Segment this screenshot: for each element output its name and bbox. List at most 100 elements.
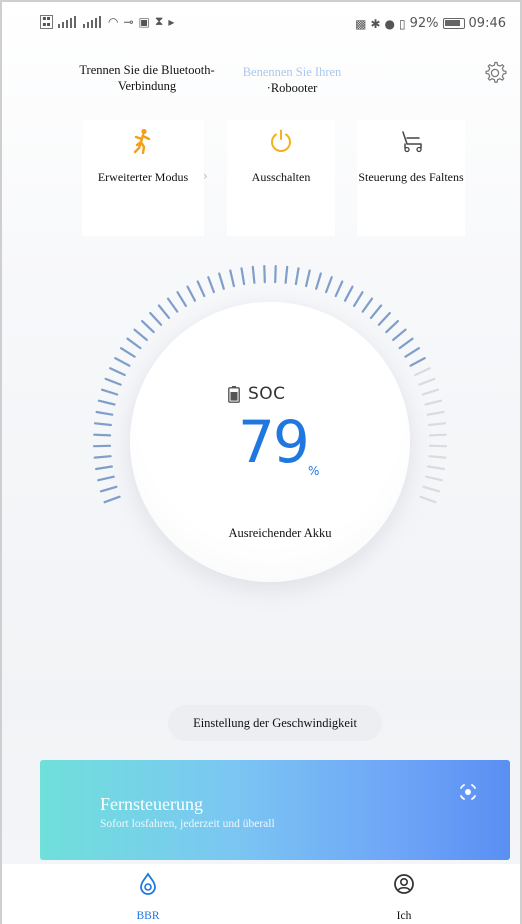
battery-icon <box>228 385 240 403</box>
battery-level-value: 79 <box>238 408 310 476</box>
gauge-tick <box>93 433 112 437</box>
gauge-tick <box>103 495 121 504</box>
gauge-tick <box>426 410 445 416</box>
nav-label: BBR <box>136 910 160 922</box>
gauge-tick <box>104 377 122 386</box>
bottom-navigation: BBR Ich <box>2 864 520 924</box>
gauge-tick <box>369 304 383 319</box>
gauge-tick <box>334 280 344 298</box>
vibrate-icon: ▩ <box>355 16 367 31</box>
gauge-tick <box>109 367 126 377</box>
remote-title: Fernsteuerung <box>100 794 203 814</box>
soc-header: SOC <box>228 384 286 404</box>
soc-label: SOC <box>248 384 286 404</box>
tile-label: Ausschalten <box>251 170 311 184</box>
speed-setting-button[interactable]: Einstellung der Geschwindigkeit <box>168 705 382 741</box>
gauge-tick <box>218 272 225 290</box>
battery-icon <box>442 18 465 29</box>
gauge-tick <box>377 311 391 326</box>
tile-extended-mode[interactable]: Erweiterter Modus <box>82 120 204 236</box>
gauge-tick <box>149 311 163 326</box>
gauge-tick <box>343 285 354 302</box>
gauge-tick <box>141 320 155 334</box>
gauge-tick <box>422 485 441 493</box>
status-bar: ▪▪ ▪▪ ◠ ⊸ ▣ ⧗ ▸ ▩ ✱ ● ▯ 92% 09:46 <box>2 2 520 46</box>
gauge-tick <box>428 455 447 459</box>
gauge-tick <box>385 320 399 334</box>
gauge-tick <box>240 267 246 286</box>
gauge-tick <box>99 485 118 493</box>
gauge-tick <box>263 265 266 284</box>
tile-fold-control[interactable]: Steuerung des Faltens <box>357 120 465 236</box>
tile-power-off[interactable]: Ausschalten <box>227 120 335 236</box>
gauge-tick <box>428 433 447 437</box>
gauge-tick <box>133 328 148 341</box>
gauge-tick <box>414 367 431 377</box>
user-icon <box>394 874 414 894</box>
gauge-tick <box>94 465 114 471</box>
nav-label: Ich <box>396 910 412 922</box>
gauge-tick <box>419 495 437 504</box>
bluetooth-icon: ✱ <box>370 16 381 31</box>
gauge-tick <box>424 399 443 406</box>
clock: 09:46 <box>468 16 506 31</box>
gauge-tick <box>325 276 333 294</box>
device-name-block[interactable]: Benennen Sie Ihren ·Robooter <box>212 64 372 96</box>
gauge-tick <box>294 267 300 286</box>
gauge-tick <box>427 465 445 471</box>
gauge-tick <box>126 337 142 350</box>
gauge-tick <box>428 422 447 427</box>
key-icon: ⊸ <box>123 14 134 29</box>
gauge-tick <box>409 357 426 367</box>
gauge-tick <box>229 269 235 288</box>
remote-subtitle: Sofort losfahren, jederzeit und überall <box>100 818 275 830</box>
gauge-tick <box>100 388 119 396</box>
gauge-tick <box>392 328 407 341</box>
battery-level-unit: % <box>308 464 320 478</box>
gauge-tick <box>186 285 197 302</box>
gauge-tick <box>97 399 116 406</box>
tile-label: Steuerung des Faltens <box>358 170 464 184</box>
gauge-tick <box>361 297 374 313</box>
signal-icon <box>83 15 101 28</box>
disconnect-bluetooth-link[interactable]: Trennen Sie die Bluetooth-Verbindung <box>72 62 222 94</box>
gauge-tick <box>166 297 179 313</box>
gauge-tick <box>176 291 187 307</box>
tile-label: Erweiterter Modus <box>97 170 189 184</box>
gear-icon[interactable] <box>482 60 508 86</box>
gauge-tick <box>196 280 206 298</box>
remote-control-banner[interactable]: Fernsteuerung Sofort losfahren, jederzei… <box>40 760 510 860</box>
gauge-tick <box>207 276 215 294</box>
gauge-tick <box>114 357 131 367</box>
gauge-tick <box>119 347 136 358</box>
gauge-tick <box>353 291 364 307</box>
status-icons-left: ▪▪ ▪▪ ◠ ⊸ ▣ ⧗ ▸ <box>40 14 174 29</box>
status-icons-right: ▩ ✱ ● ▯ 92% 09:46 <box>355 16 506 31</box>
signal-icon <box>58 15 76 28</box>
nav-item-bbr[interactable]: BBR <box>108 870 188 922</box>
gauge-tick <box>251 265 256 284</box>
walking-person-icon <box>133 128 151 154</box>
phone-screen: ▪▪ ▪▪ ◠ ⊸ ▣ ⧗ ▸ ▩ ✱ ● ▯ 92% 09:46 Trennen… <box>0 0 522 924</box>
nav-item-ich[interactable]: Ich <box>364 870 444 922</box>
gauge-tick <box>93 422 113 427</box>
location-icon: ● <box>384 16 396 31</box>
rename-device-label[interactable]: Benennen Sie Ihren <box>212 64 372 80</box>
gauge-tick <box>274 265 277 284</box>
gauge-tick <box>93 455 112 459</box>
gauge-tick <box>305 269 311 288</box>
droplet-icon <box>140 872 156 895</box>
vibration-icon: ▯ <box>399 16 406 31</box>
hourglass-icon: ⧗ <box>154 14 164 28</box>
gauge-tick <box>157 304 171 319</box>
remote-target-icon <box>460 784 476 800</box>
gauge-tick <box>95 410 114 416</box>
wheelchair-fold-icon <box>402 131 422 153</box>
gauge-tick <box>425 475 443 482</box>
gauge-tick <box>97 475 115 482</box>
gauge-tick <box>284 265 289 284</box>
wifi-icon: ◠ <box>108 14 119 29</box>
power-icon <box>271 129 291 152</box>
gauge-tick <box>418 377 436 386</box>
gauge-tick <box>404 347 420 358</box>
